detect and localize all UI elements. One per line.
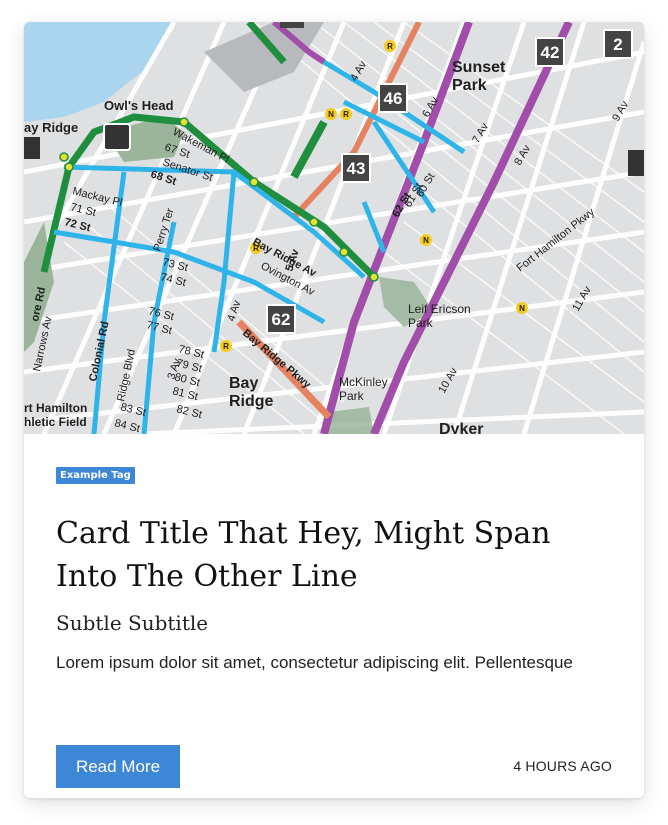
label-sunset-2: Park [452,77,487,94]
svg-text:42: 42 [541,43,560,62]
svg-text:46: 46 [384,89,403,108]
card-tag[interactable]: Example Tag [56,467,135,484]
svg-text:N: N [519,304,525,313]
map-image: N R R R N N R 42 2 46 43 62 Sunset Park … [24,22,644,434]
label-owls-1: Owl's Head [104,98,174,113]
label-leif-2: Park [408,316,434,330]
label-dyker: Dyker [439,421,483,434]
content-card: N R R R N N R 42 2 46 43 62 Sunset Park … [24,22,644,798]
svg-text:62: 62 [272,310,291,329]
label-ridge-left: ay Ridge [24,120,78,135]
svg-text:R: R [343,110,349,119]
label-bay-1: Bay [229,375,258,392]
read-more-button[interactable]: Read More [56,745,180,788]
svg-text:2: 2 [613,35,622,54]
card-subtitle: Subtle Subtitle [56,611,209,635]
label-mckinley-1: McKinley [339,375,388,389]
label-sunset-1: Sunset [452,59,506,76]
label-hamilton-1: rt Hamilton [24,401,87,415]
svg-text:R: R [223,342,229,351]
transit-map: N R R R N N R 42 2 46 43 62 Sunset Park … [24,22,644,434]
label-hamilton-2: hletic Field [24,415,87,429]
svg-text:N: N [423,236,429,245]
svg-text:43: 43 [347,159,366,178]
label-mckinley-2: Park [339,389,365,403]
svg-text:R: R [387,42,393,51]
label-leif-1: Leif Ericson [408,302,471,316]
svg-text:N: N [328,110,334,119]
card-title: Card Title That Hey, Might Span Into The… [56,516,551,594]
card-description: Lorem ipsum dolor sit amet, consectetur … [56,653,573,672]
timestamp: 4 HOURS AGO [513,758,612,774]
label-bay-2: Ridge [229,393,274,410]
